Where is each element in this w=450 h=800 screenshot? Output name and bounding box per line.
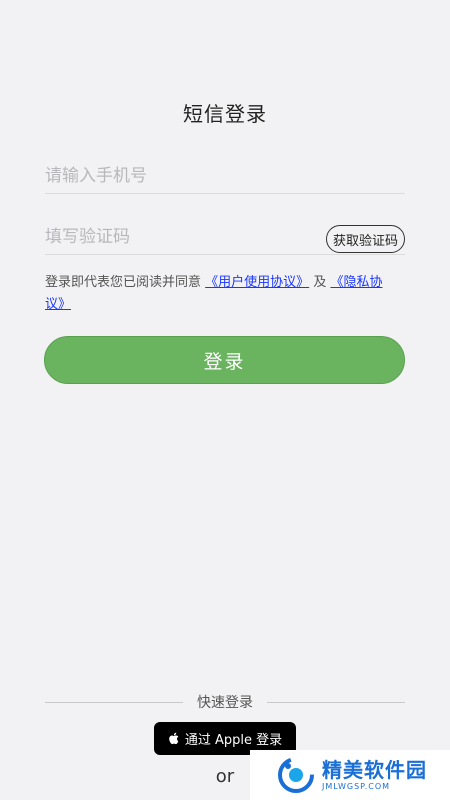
watermark-logo-icon xyxy=(278,757,314,793)
divider-line-right xyxy=(267,701,405,703)
agreement-prefix: 登录即代表您已阅读并同意 xyxy=(45,275,202,290)
watermark-sub-text: JMLWGSP.COM xyxy=(322,781,391,791)
user-agreement-link[interactable]: 《用户使用协议》 xyxy=(205,275,309,290)
or-label: or xyxy=(215,766,235,787)
apple-login-label: 通过 Apple 登录 xyxy=(184,733,283,748)
agreement-text: 登录即代表您已阅读并同意 《用户使用协议》 及 《隐私协议》 xyxy=(45,272,395,316)
agreement-conjunction: 及 xyxy=(313,275,327,290)
page-title: 短信登录 xyxy=(183,102,267,126)
code-field: 获取验证码 xyxy=(45,219,405,255)
quick-login-divider: 快速登录 xyxy=(45,692,405,712)
login-button[interactable]: 登录 xyxy=(44,336,405,384)
apple-icon xyxy=(169,732,179,745)
phone-field xyxy=(45,158,405,194)
site-watermark: 精美软件园 JMLWGSP.COM xyxy=(250,750,450,800)
quick-login-label: 快速登录 xyxy=(197,695,253,711)
divider-line-left xyxy=(45,701,183,703)
watermark-text: 精美软件园 JMLWGSP.COM xyxy=(322,760,427,791)
get-code-button[interactable]: 获取验证码 xyxy=(325,225,405,253)
phone-input[interactable] xyxy=(45,158,405,193)
sms-login-screen: 短信登录 获取验证码 登录即代表您已阅读并同意 《用户使用协议》 及 《隐私协议… xyxy=(0,0,450,800)
watermark-main-text: 精美软件园 xyxy=(322,757,427,782)
